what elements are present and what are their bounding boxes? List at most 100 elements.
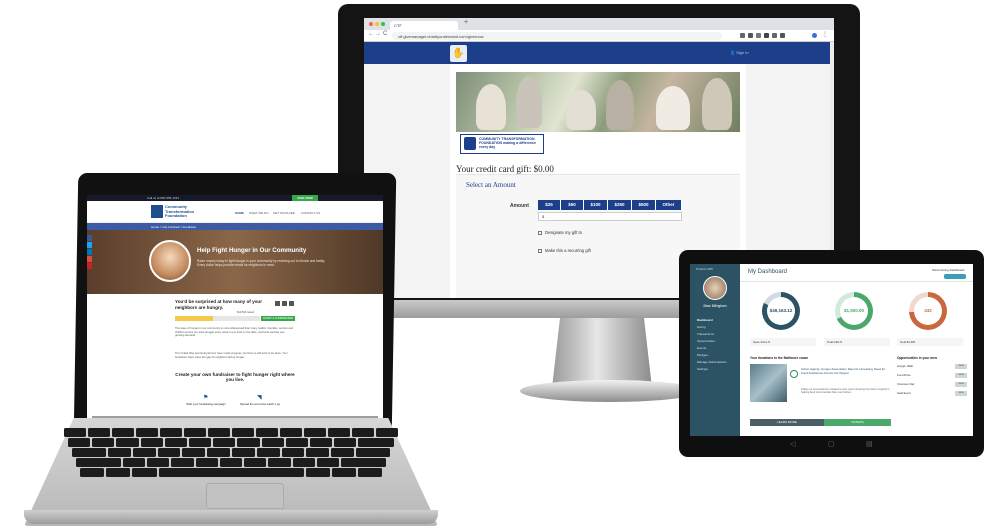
close-dot-icon[interactable] [369, 22, 373, 26]
extension-icon[interactable] [756, 33, 761, 38]
extension-icon[interactable] [748, 33, 753, 38]
recurring-label: Make this a recurring gift [545, 248, 591, 253]
learn-more-button[interactable]: LEARN MORE [750, 419, 824, 426]
laptop-screen: Call us at 800-555-1234 GIVE NOW Communi… [87, 195, 383, 419]
ctf-logo-icon[interactable] [151, 205, 163, 218]
sidebar-item-settings[interactable]: Settings [697, 367, 708, 371]
news-title[interactable]: Action Ageing: Hunger Association Report… [801, 367, 891, 376]
share-icon[interactable] [282, 301, 287, 306]
goal-ring: $1,500.00 [835, 292, 873, 330]
row-view-button[interactable]: VIEW [955, 373, 967, 378]
url-text: ctf.givemanager.charityondemand.com/give… [398, 34, 484, 39]
logo-text: COMMUNITY TRANSFORMATION FOUNDATION maki… [479, 137, 536, 149]
amount-button-100[interactable]: $100 [584, 200, 608, 210]
laptop-base-edge [24, 510, 438, 524]
donate-button[interactable]: DONATE [824, 419, 891, 426]
sidebar-item-opportunities[interactable]: Opportunities [697, 339, 715, 343]
extension-icon[interactable] [780, 33, 785, 38]
org-name[interactable]: Community Transformation Foundation [165, 204, 205, 219]
dashboard-header: My Dashboard Show Giving Dashboard [740, 264, 973, 282]
amount-button-other[interactable]: Other [656, 200, 682, 210]
avatar[interactable] [703, 276, 727, 300]
extension-icon[interactable] [764, 33, 769, 38]
site-header: ✋ 👤 Sign In [364, 42, 834, 64]
breadcrumb[interactable]: Home > Get Involved > Fundraise [87, 223, 383, 230]
browser-tab[interactable]: CTF [390, 21, 458, 30]
url-bar[interactable]: ctf.givemanager.charityondemand.com/give… [392, 32, 722, 40]
reload-icon[interactable]: C [383, 31, 387, 37]
twitter-icon[interactable] [87, 242, 92, 248]
back-nav-icon[interactable]: ◁ [790, 440, 795, 448]
share-icon[interactable] [275, 301, 280, 306]
trackpad[interactable] [206, 483, 284, 509]
opportunities-title: Opportunities in your area [897, 356, 937, 360]
new-tab-icon[interactable]: + [464, 19, 468, 26]
home-nav-icon[interactable]: ▢ [828, 440, 835, 448]
ring-value: $49,163.12 [767, 297, 795, 325]
back-icon[interactable]: ← [368, 31, 374, 37]
amount-button-500[interactable]: $500 [632, 200, 656, 210]
hero-subtitle: Raise money today to fight hunger in you… [197, 259, 326, 268]
amount-label: Amount [510, 203, 529, 209]
sidebar-item-dashboard[interactable]: Dashboard [697, 318, 713, 322]
foundation-logo: COMMUNITY TRANSFORMATION FOUNDATION maki… [460, 134, 544, 154]
star-icon[interactable] [740, 33, 745, 38]
progress-label: $19,500 raised [237, 311, 255, 314]
news-icon [790, 370, 798, 378]
share-icon[interactable] [289, 301, 294, 306]
table-row: Volunteer Day VIEW [897, 382, 967, 389]
sidebar-item-giving[interactable]: Giving [697, 325, 706, 329]
nav-get-involved[interactable]: GET INVOLVED [273, 211, 295, 215]
amount-input[interactable]: $ [538, 212, 682, 221]
amount-button-50[interactable]: $50 [561, 200, 584, 210]
user-name: Brian Billingham [703, 304, 727, 308]
volunteers-photo [456, 72, 740, 132]
ring-value: $1,500.00 [840, 297, 868, 325]
news-photo [750, 364, 787, 402]
menu-icon[interactable]: ⋮ [822, 31, 828, 38]
person-figure [702, 78, 732, 130]
facebook-icon[interactable] [87, 235, 92, 241]
row-view-button[interactable]: VIEW [955, 364, 967, 369]
designate-checkbox[interactable] [538, 231, 542, 235]
amount-button-250[interactable]: $250 [608, 200, 632, 210]
row-view-button[interactable]: VIEW [955, 382, 967, 387]
dashboard-toggle[interactable] [944, 274, 966, 279]
extension-icon[interactable] [772, 33, 777, 38]
sidebar-item-transactions[interactable]: Transactions [697, 332, 714, 336]
row-label: Food Drive [897, 373, 911, 377]
fundraising-progress [175, 316, 260, 321]
sign-in-link[interactable]: 👤 Sign In [730, 50, 749, 55]
select-amount-heading: Select an Amount [466, 181, 516, 189]
sidebar-item-pledges[interactable]: Pledges [697, 353, 708, 357]
site-nav: Community Transformation Foundation HOME… [87, 201, 383, 223]
stat-box: Gave Since $ [750, 338, 816, 346]
pinterest-icon[interactable] [87, 263, 92, 269]
nav-what-we-do[interactable]: WHAT WE DO [249, 211, 269, 215]
keyboard[interactable] [64, 428, 398, 478]
flag-icon: ⚑ [203, 395, 209, 401]
news-section-title: Your donations to the Baltimore cause [750, 356, 809, 360]
google-icon[interactable] [87, 256, 92, 262]
profile-icon[interactable] [812, 33, 817, 38]
person-figure [656, 86, 690, 130]
linkedin-icon[interactable] [87, 249, 92, 255]
start-fundraiser-button[interactable]: START A FUNDRAISER [261, 316, 295, 321]
table-row: Food Drive VIEW [897, 373, 967, 380]
minimize-dot-icon[interactable] [375, 22, 379, 26]
designate-label: Designate my gift to [545, 230, 583, 235]
forward-icon[interactable]: → [375, 31, 381, 37]
sidebar-item-events[interactable]: Events [697, 346, 706, 350]
create-fundraiser-heading: Create your own fundraiser to fight hung… [175, 372, 295, 383]
amount-button-25[interactable]: $25 [538, 200, 561, 210]
maximize-dot-icon[interactable] [381, 22, 385, 26]
nav-home[interactable]: HOME [235, 211, 244, 215]
nav-contact[interactable]: CONTACT US [301, 211, 320, 215]
phone-number: Call us at 800-555-1234 [147, 196, 180, 200]
sidebar-item-subscriptions[interactable]: Manage Subscriptions [697, 360, 727, 364]
recurring-checkbox[interactable] [538, 249, 542, 253]
recents-nav-icon[interactable]: ▤ [866, 440, 873, 448]
row-view-button[interactable]: VIEW [955, 391, 967, 396]
hand-logo-icon[interactable]: ✋ [450, 45, 467, 62]
person-figure [566, 90, 596, 130]
